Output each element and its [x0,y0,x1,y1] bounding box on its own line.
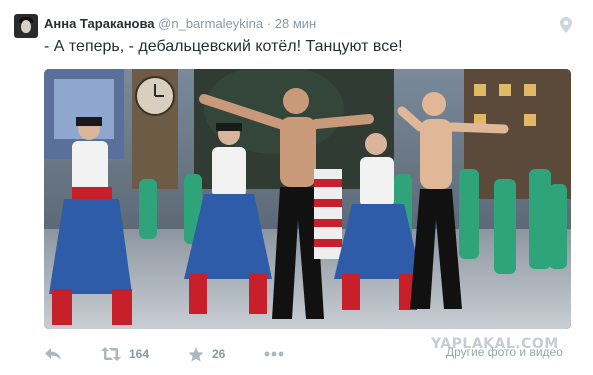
tweet-timestamp[interactable]: 28 мин [275,16,316,31]
author-avatar[interactable] [14,14,38,38]
tweet-header: Анна Тараканова @n_barmaleykina · 28 мин [44,15,553,33]
author-handle[interactable]: @n_barmaleykina [158,16,263,31]
header-separator: · [266,16,272,31]
location-pin-icon[interactable] [560,17,572,33]
star-icon [188,346,204,362]
tweet-text: - А теперь, - дебальцевский котёл! Танцу… [44,38,403,55]
more-button[interactable] [264,344,284,364]
dance-scene-image [44,69,571,329]
avatar-face [21,20,31,33]
retweet-button[interactable]: 164 [101,344,149,364]
favorite-count: 26 [212,347,226,361]
tweet-actions: 164 26 [44,344,579,364]
reply-icon [45,348,61,360]
retweet-count: 164 [129,347,150,361]
favorite-button[interactable]: 26 [188,344,225,364]
tweet-photo[interactable] [44,69,571,329]
author-name[interactable]: Анна Тараканова [44,16,155,31]
more-dots-icon [264,351,284,357]
reply-button[interactable] [44,344,62,364]
dancer-striped [314,169,342,259]
retweet-icon [101,347,121,361]
